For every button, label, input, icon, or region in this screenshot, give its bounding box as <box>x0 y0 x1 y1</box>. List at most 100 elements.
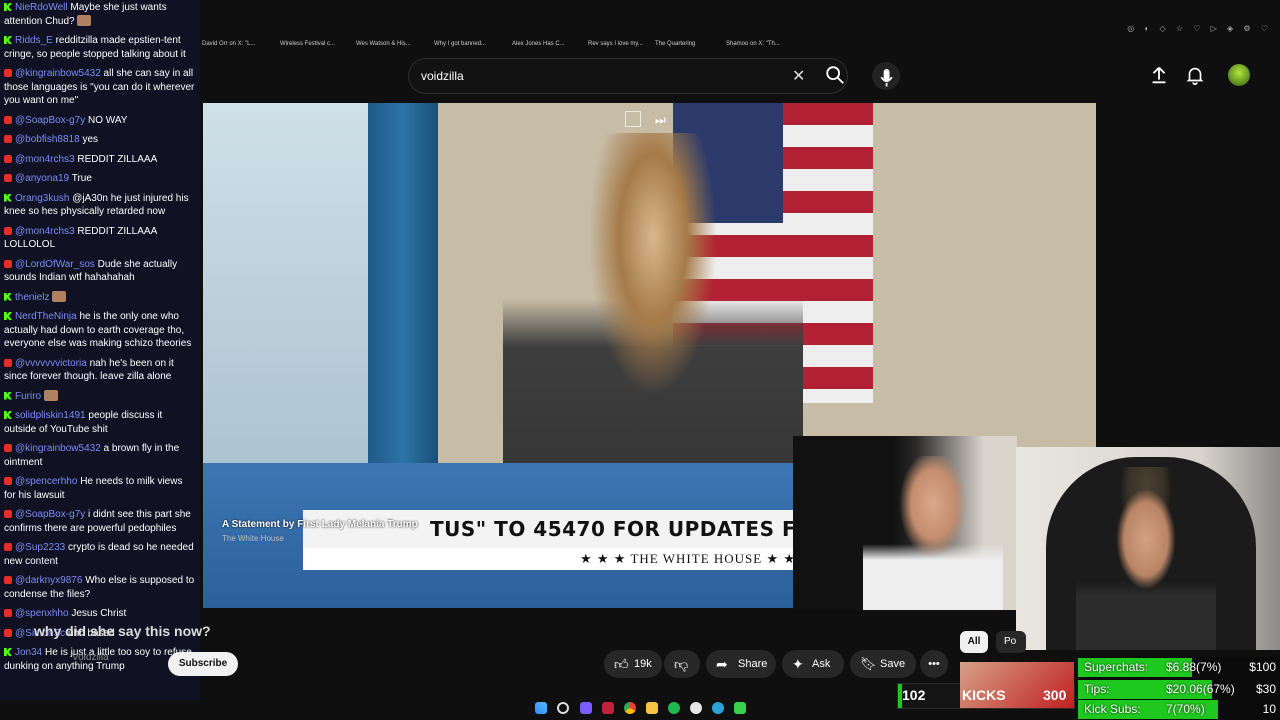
youtube-icon <box>4 174 12 182</box>
like-count: 19k <box>634 658 652 670</box>
chat-username[interactable]: thenielz <box>15 292 49 303</box>
chat-message: @kingrainbow5432 a brown fly in the oint… <box>0 441 200 474</box>
youtube-icon <box>4 628 12 637</box>
telegram-icon[interactable] <box>712 702 724 714</box>
chat-username[interactable]: Ridds_E <box>15 35 53 46</box>
chat-username[interactable]: @SoapBox-g7y <box>15 115 85 126</box>
chat-username[interactable]: Furiro <box>15 391 41 402</box>
chat-message: @kingrainbow5432 all she can say in all … <box>0 66 200 113</box>
chat-username[interactable]: @kingrainbow5432 <box>15 443 101 454</box>
search-input[interactable]: voidzilla <box>421 69 464 83</box>
share-icon: ➦ <box>716 656 728 672</box>
windows-start-icon[interactable] <box>535 702 547 714</box>
chat-username[interactable]: @kingrainbow5432 <box>15 68 101 79</box>
chat-username[interactable]: @LordOfWar_sos <box>15 259 95 270</box>
kick-icon <box>4 3 12 11</box>
chat-username[interactable]: @SoapBox-g7y <box>15 509 85 520</box>
bookmark-item[interactable]: Wireless Festival c... <box>280 41 335 47</box>
chat-message: @Sup2233 crypto is dead so he needed new… <box>0 540 200 573</box>
thumbs-up-icon: 👍︎ <box>614 656 629 672</box>
channel-name[interactable]: Voidzilla <box>72 652 109 663</box>
bookmark-icon: 🔖︎ <box>860 656 877 671</box>
thumbs-down-icon: 👎︎ <box>674 656 689 672</box>
chat-username[interactable]: solidpliskin1491 <box>15 410 86 421</box>
chat-message: NerdTheNinja he is the only one who actu… <box>0 309 200 356</box>
chat-username[interactable]: @mon4rchs3 <box>15 154 75 165</box>
chat-message: @SoapBox-g7y i didnt see this part she c… <box>0 507 200 540</box>
chat-message: solidpliskin1491 people discuss it outsi… <box>0 408 200 441</box>
voice-search-button[interactable] <box>872 62 900 90</box>
chat-message: Furiro <box>0 389 200 409</box>
kick-icon <box>4 391 12 400</box>
bookmark-item[interactable]: Why I got banned... <box>434 41 486 47</box>
share-button[interactable]: ➦ Share <box>706 650 776 678</box>
microphone-icon <box>880 69 893 87</box>
chat-message: @mon4rchs3 REDDIT ZILLAAA <box>0 152 200 172</box>
youtube-icon <box>4 135 12 143</box>
donation-goal-row: Superchats: $6.88(7%) $100 <box>1078 658 1280 677</box>
kick-icon <box>4 411 12 419</box>
video-frame-curtain <box>368 103 438 503</box>
chrome-icon[interactable] <box>624 702 636 714</box>
youtube-icon <box>4 154 12 163</box>
youtube-icon <box>4 69 12 77</box>
chat-username[interactable]: @bobfish8818 <box>15 134 80 145</box>
upload-icon[interactable] <box>1148 64 1170 86</box>
save-button[interactable]: 🔖︎ Save <box>850 650 916 678</box>
xbox-icon[interactable] <box>690 702 702 714</box>
youtube-icon <box>4 510 12 518</box>
bookmark-item[interactable]: Wes Watson & His... <box>356 41 411 47</box>
taskbar-app-icon[interactable] <box>602 702 614 714</box>
spotify-icon[interactable] <box>668 702 680 714</box>
clear-search-icon[interactable]: ✕ <box>792 66 805 86</box>
chat-panel[interactable]: NieRdoWell Maybe she just wants attentio… <box>0 0 200 700</box>
chat-username[interactable]: @spencerhho <box>15 476 77 487</box>
bookmark-item[interactable]: David Orr on X: "L... <box>202 41 255 47</box>
youtube-icon <box>4 609 12 617</box>
user-avatar[interactable] <box>1228 64 1250 86</box>
bookmark-item[interactable]: Shamoo on X: "Th... <box>726 41 780 47</box>
chat-username[interactable]: Orang3kush <box>15 193 69 204</box>
like-button[interactable]: 👍︎ 19k <box>604 650 662 678</box>
video-overlay-subtitle: The White House <box>222 534 284 543</box>
chat-username[interactable]: @spenxhho <box>15 608 69 619</box>
video-pip-icon[interactable] <box>625 111 641 127</box>
search-box[interactable]: voidzilla <box>408 58 848 94</box>
youtube-icon <box>4 477 12 485</box>
browser-extension-icons[interactable]: ◎ ◐ ◇ ☆ ♡ ▷ ◈ ⚙ ♡ <box>1127 24 1272 33</box>
ask-button[interactable]: ✦ Ask <box>782 650 844 678</box>
more-actions-button[interactable]: ••• <box>920 650 948 678</box>
filter-chip-2[interactable]: Po <box>996 631 1026 653</box>
dislike-button[interactable]: 👎︎ <box>664 650 700 678</box>
folder-icon[interactable] <box>646 702 658 714</box>
filter-chip-all[interactable]: All <box>960 631 988 653</box>
notifications-bell-icon[interactable] <box>1184 64 1206 86</box>
chat-username[interactable]: @darknyx9876 <box>15 575 82 586</box>
video-title: why did she say this now? <box>34 623 211 639</box>
taskbar-app-icon[interactable] <box>580 702 592 714</box>
kick-icon <box>4 193 12 202</box>
chat-message: @bobfish8818 yes <box>0 132 200 152</box>
chat-username[interactable]: NieRdoWell <box>15 2 68 13</box>
kick-icon <box>4 292 12 301</box>
subscribe-button[interactable]: Subscribe <box>168 652 238 676</box>
video-next-icon[interactable]: ⏭ <box>655 113 666 128</box>
search-icon[interactable] <box>824 64 846 86</box>
bookmark-item[interactable]: Alex Jones Has C... <box>512 41 565 47</box>
chat-username[interactable]: Jon34 <box>15 647 42 658</box>
goal-label: Kick Subs: <box>1084 702 1141 716</box>
taskbar-app-icon[interactable] <box>734 702 746 714</box>
chat-username[interactable]: @Sup2233 <box>15 542 65 553</box>
chat-emote-icon <box>52 290 67 302</box>
bookmark-item[interactable]: The Quartering <box>655 41 695 47</box>
more-icon: ••• <box>928 658 940 670</box>
taskbar-search-icon[interactable] <box>557 702 569 714</box>
youtube-icon <box>4 576 12 584</box>
chat-username[interactable]: @vvvvvvvictoria <box>15 358 87 369</box>
chat-text: NO WAY <box>87 114 128 126</box>
bookmark-item[interactable]: Rev says I love my... <box>588 41 643 47</box>
chat-message: @anyona19 True <box>0 171 200 191</box>
chat-username[interactable]: @anyona19 <box>15 173 69 184</box>
chat-username[interactable]: NerdTheNinja <box>15 311 77 322</box>
chat-username[interactable]: @mon4rchs3 <box>15 226 75 237</box>
